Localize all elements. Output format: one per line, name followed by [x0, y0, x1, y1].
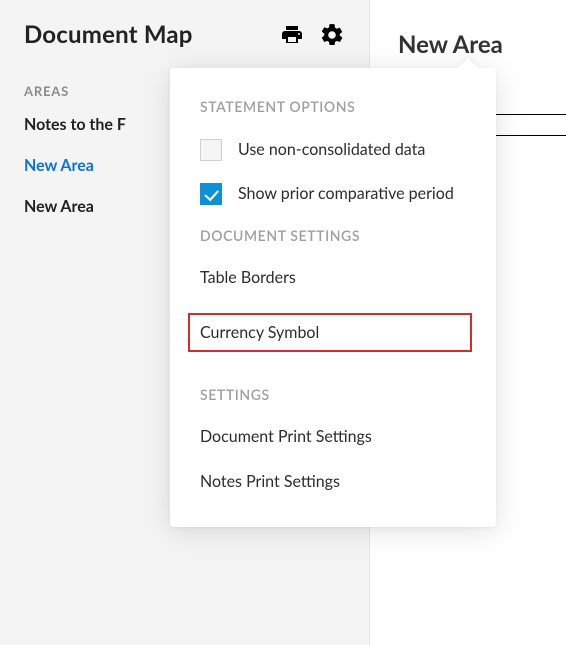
- checkbox-row-prior-comparative[interactable]: Show prior comparative period: [200, 183, 466, 205]
- group-statement-options: STATEMENT OPTIONS Use non-consolidated d…: [200, 98, 466, 205]
- sidebar-header: Document Map: [24, 20, 345, 49]
- checkbox-label-non-consolidated: Use non-consolidated data: [238, 139, 425, 161]
- header-icons: [279, 22, 345, 48]
- menu-item-document-print-settings[interactable]: Document Print Settings: [200, 427, 466, 446]
- sidebar-title: Document Map: [24, 20, 193, 49]
- print-icon[interactable]: [279, 22, 305, 48]
- document-settings-list: Table Borders Currency Symbol: [200, 268, 466, 352]
- group-document-settings: DOCUMENT SETTINGS Table Borders Currency…: [200, 227, 466, 352]
- group-label-statement-options: STATEMENT OPTIONS: [200, 98, 466, 115]
- checkbox-prior-comparative[interactable]: [200, 183, 222, 205]
- checkbox-label-prior-comparative: Show prior comparative period: [238, 183, 454, 205]
- menu-item-table-borders[interactable]: Table Borders: [200, 268, 466, 287]
- settings-list: Document Print Settings Notes Print Sett…: [200, 427, 466, 491]
- menu-item-notes-print-settings[interactable]: Notes Print Settings: [200, 472, 466, 491]
- app-root: Document Map AREAS Notes to the F New Ar…: [0, 0, 566, 645]
- group-settings: SETTINGS Document Print Settings Notes P…: [200, 386, 466, 491]
- gear-icon[interactable]: [319, 22, 345, 48]
- checkbox-row-non-consolidated[interactable]: Use non-consolidated data: [200, 139, 466, 161]
- checkbox-non-consolidated[interactable]: [200, 139, 222, 161]
- group-label-document-settings: DOCUMENT SETTINGS: [200, 227, 466, 244]
- menu-item-currency-symbol[interactable]: Currency Symbol: [188, 313, 472, 352]
- group-label-settings: SETTINGS: [200, 386, 466, 403]
- settings-popover: STATEMENT OPTIONS Use non-consolidated d…: [170, 68, 496, 527]
- page-title: New Area: [398, 30, 566, 59]
